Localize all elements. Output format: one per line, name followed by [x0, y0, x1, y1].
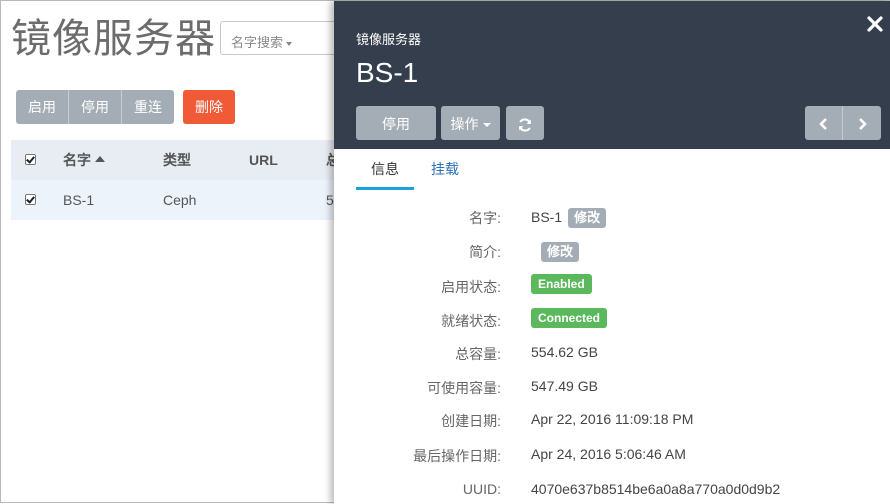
- tab-info[interactable]: 信息: [356, 149, 414, 190]
- created-date-value: Apr 22, 2016 11:09:18 PM: [531, 411, 694, 427]
- last-op-date-label: 最后操作日期:: [413, 448, 501, 464]
- list-toolbar: 启用 停用 重连: [16, 90, 174, 124]
- detail-panel: 镜像服务器 BS-1 停用 操作 信息 挂载 名字: BS-1 修改 简介: 修…: [334, 1, 890, 504]
- info-row-total-capacity: 总容量: 554.62 GB: [334, 338, 890, 366]
- info-row-description: 简介: 修改: [334, 236, 890, 264]
- table-header: 名字 类型 URL 总: [11, 140, 341, 180]
- refresh-button[interactable]: [506, 106, 544, 140]
- name-label: 名字:: [469, 210, 501, 226]
- info-row-uuid: UUID: 4070e637b8514be6a0a8a770a0d0d9b2: [334, 475, 890, 503]
- row-checkbox[interactable]: [25, 194, 36, 205]
- reconnect-button[interactable]: 重连: [122, 90, 174, 124]
- info-row-ready-state: 就绪状态: Connected: [334, 305, 890, 333]
- available-capacity-value: 547.49 GB: [531, 378, 598, 394]
- column-header-url[interactable]: URL: [249, 140, 278, 180]
- search-field-label: 名字搜索: [231, 35, 284, 50]
- row-name: BS-1: [63, 192, 95, 208]
- caret-down-icon: [286, 41, 293, 46]
- enabled-badge: Enabled: [531, 274, 592, 294]
- chevron-left-icon: [818, 117, 827, 130]
- close-icon[interactable]: [864, 13, 886, 35]
- name-value: BS-1 修改: [531, 208, 607, 228]
- page-title: 镜像服务器: [11, 16, 216, 62]
- ready-state-label: 就绪状态:: [441, 313, 501, 329]
- panel-disable-button[interactable]: 停用: [356, 106, 436, 140]
- panel-subtitle: 镜像服务器: [356, 32, 422, 47]
- chevron-right-icon: [859, 117, 867, 130]
- row-type: Ceph: [163, 192, 197, 208]
- edit-description-button[interactable]: 修改: [541, 242, 580, 262]
- enable-state-value: Enabled: [531, 274, 592, 297]
- available-capacity-label: 可使用容量:: [427, 380, 501, 396]
- panel-header: 镜像服务器 BS-1 停用 操作: [334, 1, 890, 149]
- panel-title: BS-1: [356, 57, 419, 88]
- column-header-name[interactable]: 名字: [63, 140, 105, 180]
- enable-state-label: 启用状态:: [441, 279, 501, 295]
- sort-asc-icon: [95, 156, 105, 163]
- tab-mount[interactable]: 挂载: [431, 149, 459, 187]
- prev-button[interactable]: [805, 106, 843, 140]
- total-capacity-value: 554.62 GB: [531, 344, 598, 360]
- info-row-available-capacity: 可使用容量: 547.49 GB: [334, 372, 890, 400]
- total-capacity-label: 总容量:: [455, 346, 501, 362]
- info-row-enable-state: 启用状态: Enabled: [334, 271, 890, 299]
- created-date-label: 创建日期:: [441, 413, 501, 429]
- description-value: 修改: [535, 242, 580, 262]
- disable-button[interactable]: 停用: [69, 90, 122, 124]
- info-row-name: 名字: BS-1 修改: [334, 202, 890, 230]
- info-row-last-op-date: 最后操作日期: Apr 24, 2016 5:06:46 AM: [334, 440, 890, 468]
- last-op-date-value: Apr 24, 2016 5:06:46 AM: [531, 446, 686, 462]
- info-row-created-date: 创建日期: Apr 22, 2016 11:09:18 PM: [334, 405, 890, 433]
- ready-state-value: Connected: [531, 308, 608, 331]
- column-header-type[interactable]: 类型: [163, 140, 191, 180]
- connected-badge: Connected: [531, 308, 608, 328]
- uuid-label: UUID:: [462, 481, 501, 497]
- search-field-dropdown[interactable]: 名字搜索: [220, 21, 350, 55]
- next-button[interactable]: [843, 106, 881, 140]
- description-label: 简介:: [469, 244, 501, 260]
- edit-name-button[interactable]: 修改: [568, 208, 607, 228]
- table-row[interactable]: BS-1 Ceph 55: [11, 180, 342, 220]
- select-all-checkbox[interactable]: [25, 154, 36, 165]
- uuid-value: 4070e637b8514be6a0a8a770a0d0d9b2: [531, 481, 781, 497]
- caret-down-icon: [482, 123, 491, 128]
- enable-button[interactable]: 启用: [16, 90, 69, 124]
- refresh-icon: [519, 118, 531, 132]
- delete-button[interactable]: 删除: [183, 90, 235, 124]
- actions-dropdown-button[interactable]: 操作: [441, 106, 500, 140]
